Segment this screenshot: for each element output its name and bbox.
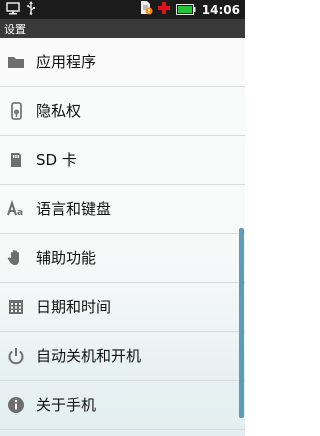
list-scrollbar[interactable] <box>239 228 244 418</box>
settings-item-label: 语言和键盘 <box>36 200 112 218</box>
settings-item-applications[interactable]: 应用程序 <box>0 38 245 87</box>
calendar-icon <box>6 297 26 317</box>
sim-warning-icon <box>139 0 153 19</box>
settings-item-label: 隐私权 <box>36 102 82 120</box>
settings-item-language-keyboard[interactable]: a 语言和键盘 <box>0 185 245 234</box>
settings-list: 应用程序 隐私权 SD 卡 a 语言和键盘 辅助功能 日期和时间 自动关机和开机… <box>0 38 245 436</box>
sd-card-icon <box>6 150 26 170</box>
title-bar: 设置 <box>0 19 245 39</box>
status-right-icons: 14:06 <box>139 0 245 19</box>
settings-item-label: SD 卡 <box>36 151 77 169</box>
battery-icon <box>175 0 196 19</box>
monitor-icon <box>6 0 20 19</box>
medical-cross-icon <box>157 0 171 19</box>
settings-item-about-phone[interactable]: 关于手机 <box>0 381 245 430</box>
settings-item-label: 辅助功能 <box>36 249 97 267</box>
info-icon <box>6 395 26 415</box>
hand-icon <box>6 248 26 268</box>
folder-icon <box>6 52 26 72</box>
page-title: 设置 <box>4 23 26 36</box>
settings-item-accessibility[interactable]: 辅助功能 <box>0 234 245 283</box>
settings-item-label: 日期和时间 <box>36 298 112 316</box>
settings-item-privacy[interactable]: 隐私权 <box>0 87 245 136</box>
language-keyboard-icon: a <box>6 199 26 219</box>
power-icon <box>6 346 26 366</box>
svg-text:a: a <box>17 208 23 218</box>
usb-icon <box>26 0 36 19</box>
settings-item-label: 应用程序 <box>36 53 97 71</box>
status-left-icons <box>0 0 36 19</box>
settings-item-label: 关于手机 <box>36 396 97 414</box>
settings-item-sd-card[interactable]: SD 卡 <box>0 136 245 185</box>
settings-item-date-time[interactable]: 日期和时间 <box>0 283 245 332</box>
privacy-lock-icon <box>6 101 26 121</box>
settings-item-scheduled-power[interactable]: 自动关机和开机 <box>0 332 245 381</box>
status-bar: 14:06 <box>0 0 245 19</box>
status-time: 14:06 <box>201 2 240 17</box>
settings-item-label: 自动关机和开机 <box>36 347 142 365</box>
